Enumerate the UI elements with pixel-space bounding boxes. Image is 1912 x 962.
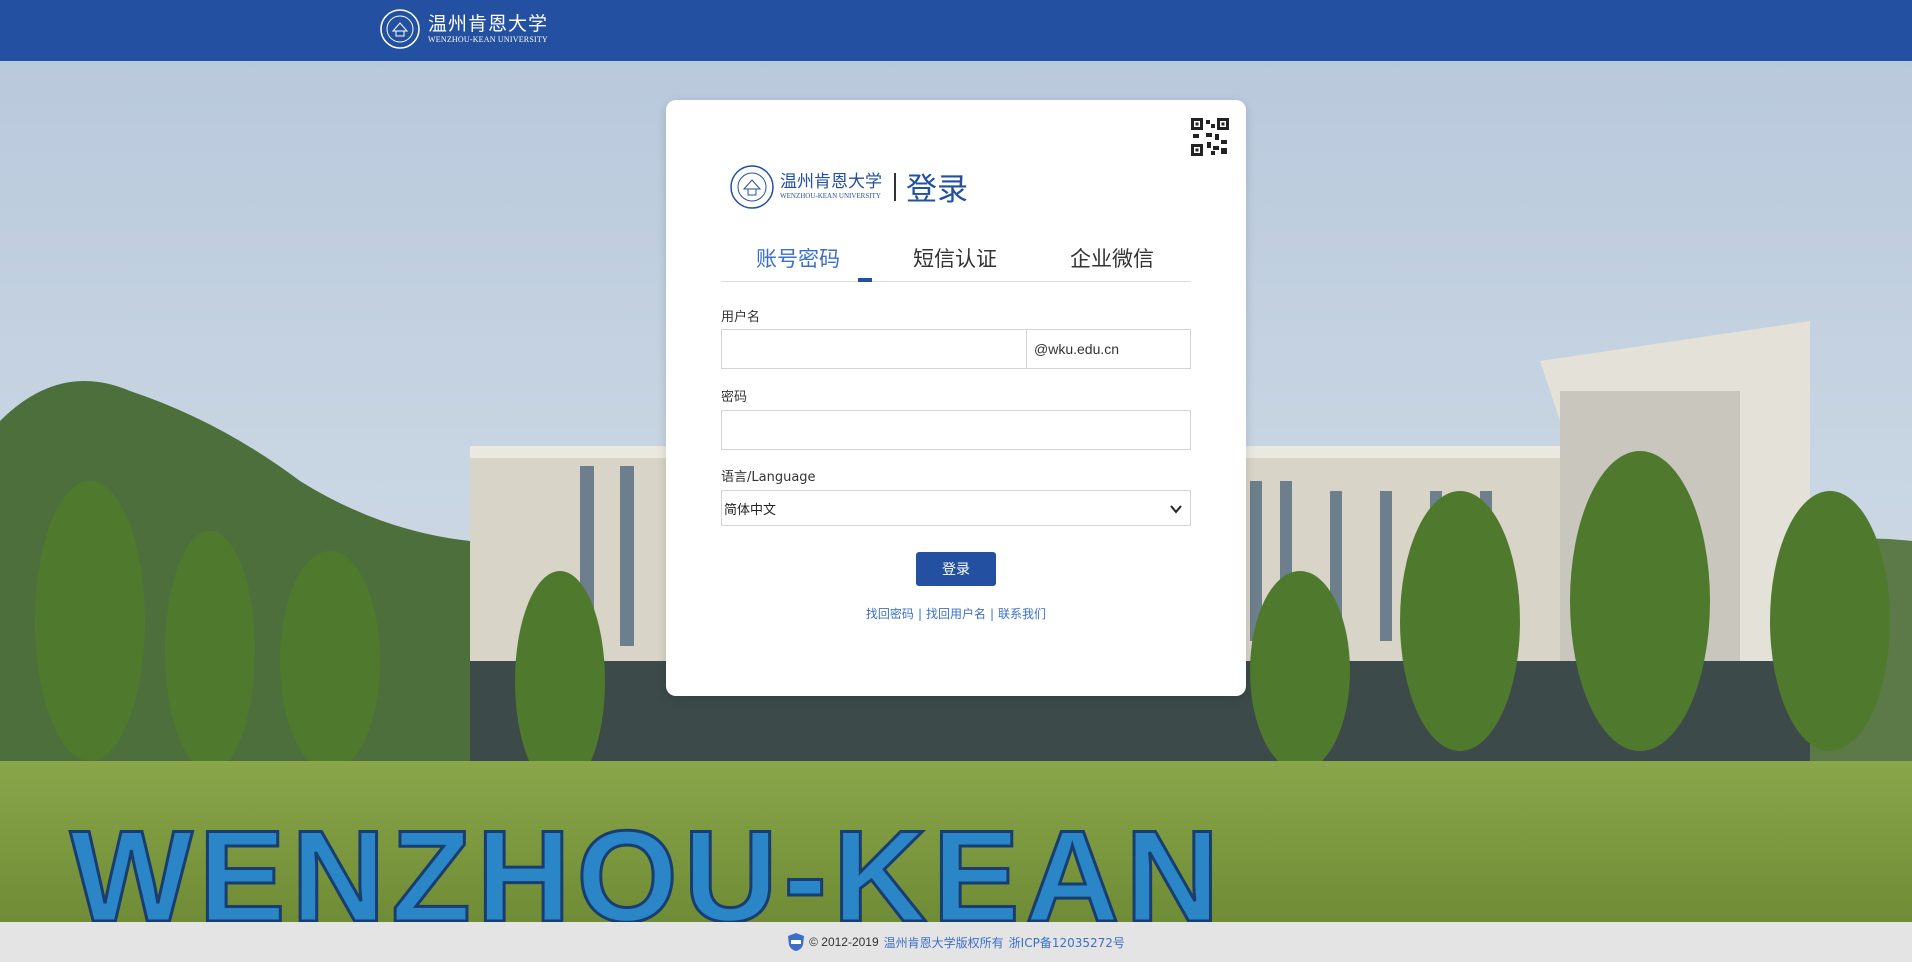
tab-sms[interactable]: 短信认证	[913, 243, 997, 273]
tab-wechat-work[interactable]: 企业微信	[1070, 243, 1154, 273]
password-input[interactable]	[721, 410, 1191, 450]
university-seal-icon	[380, 9, 420, 49]
police-badge-icon	[788, 933, 805, 951]
login-tabs: 账号密码 短信认证 企业微信	[721, 243, 1191, 282]
header-university-cn: 温州肯恩大学	[428, 13, 549, 35]
language-selected-value: 简体中文	[724, 502, 777, 518]
username-input[interactable]	[722, 330, 1026, 368]
contact-us-link[interactable]: 联系我们	[998, 607, 1046, 621]
link-separator: |	[990, 607, 995, 621]
forgot-username-link[interactable]: 找回用户名	[926, 607, 986, 621]
password-label: 密码	[721, 390, 748, 405]
login-button[interactable]: 登录	[916, 552, 996, 586]
active-tab-indicator	[858, 278, 872, 282]
tab-account-password[interactable]: 账号密码	[756, 243, 840, 273]
university-seal-icon	[730, 164, 774, 209]
username-label: 用户名	[721, 310, 761, 325]
logo-divider	[894, 172, 896, 201]
header-university-en: WENZHOU-KEAN UNIVERSITY	[428, 35, 548, 44]
login-card: 温州肯恩大学 WENZHOU-KEAN UNIVERSITY 登录 账号密码 短…	[666, 100, 1246, 696]
card-logo-en: WENZHOU-KEAN UNIVERSITY	[780, 192, 881, 200]
help-links: 找回密码 | 找回用户名 | 联系我们	[666, 605, 1246, 622]
language-select[interactable]: 简体中文	[721, 490, 1191, 526]
qr-code-icon[interactable]	[1191, 118, 1229, 156]
card-logo-cn: 温州肯恩大学	[780, 172, 882, 192]
copyright-text: © 2012-2019	[809, 935, 879, 949]
header-logo[interactable]: 温州肯恩大学 WENZHOU-KEAN UNIVERSITY	[380, 9, 548, 49]
copyright-owner-link[interactable]: 温州肯恩大学版权所有	[884, 934, 1004, 951]
link-separator: |	[917, 607, 922, 621]
top-header: 温州肯恩大学 WENZHOU-KEAN UNIVERSITY	[0, 0, 1912, 61]
card-logo: 温州肯恩大学 WENZHOU-KEAN UNIVERSITY 登录	[730, 164, 968, 209]
username-field-group: @wku.edu.cn	[721, 329, 1191, 369]
email-suffix: @wku.edu.cn	[1026, 330, 1190, 368]
icp-link[interactable]: 浙ICP备12035272号	[1009, 934, 1125, 951]
login-title: 登录	[906, 172, 968, 208]
forgot-password-link[interactable]: 找回密码	[866, 607, 914, 621]
language-label: 语言/Language	[721, 470, 816, 485]
campus-sign-text: WENZHOU-KEAN	[70, 803, 1225, 922]
chevron-down-icon	[1170, 505, 1182, 514]
page-footer: © 2012-2019 温州肯恩大学版权所有 浙ICP备12035272号	[0, 922, 1912, 962]
